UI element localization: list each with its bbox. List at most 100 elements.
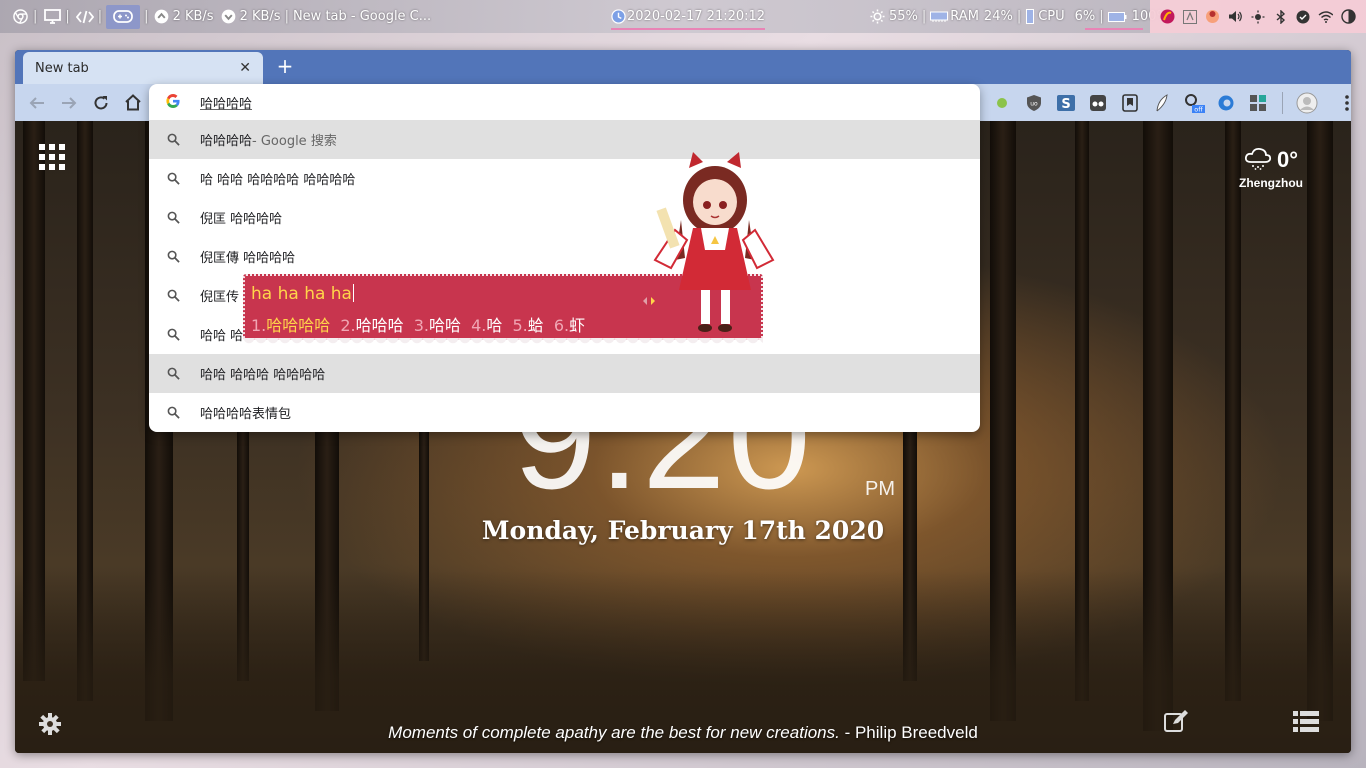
edge-extension-icon[interactable] xyxy=(1214,91,1238,115)
active-window-title[interactable]: New tab - Google C... xyxy=(293,9,431,24)
net-upload-rate: 2 KB/s xyxy=(172,9,214,24)
ram-icon xyxy=(930,8,949,26)
bookmark-icon[interactable] xyxy=(1118,91,1142,115)
battery-icon xyxy=(1108,8,1128,26)
search-icon xyxy=(167,172,180,185)
suggestion-text: 哈哈哈哈 xyxy=(200,134,253,149)
back-icon xyxy=(29,96,44,109)
weather-widget[interactable]: 0° Zhengzhou xyxy=(1239,146,1303,190)
gamepad-icon[interactable] xyxy=(106,4,141,29)
suggestion-item[interactable]: 哈 哈哈 哈哈哈哈 哈哈哈哈 xyxy=(149,159,980,198)
search-icon xyxy=(167,133,180,146)
system-tray xyxy=(1150,0,1366,33)
omnibox-query[interactable]: 哈哈哈哈 xyxy=(200,93,252,112)
close-tab-icon[interactable]: ✕ xyxy=(239,60,251,76)
svg-text:uo: uo xyxy=(1030,100,1038,107)
weather-cloud-icon xyxy=(1244,146,1272,174)
wifi-icon[interactable] xyxy=(1318,9,1334,24)
brightness-icon xyxy=(868,8,886,26)
tray-character-icon[interactable] xyxy=(1205,9,1220,24)
new-tab-button[interactable]: + xyxy=(273,54,297,78)
quote-text: Moments of complete apathy are the best … xyxy=(388,723,840,742)
panel-separator: | xyxy=(144,9,149,24)
bluetooth-icon[interactable] xyxy=(1273,9,1288,24)
ime-candidate-number: 5. xyxy=(512,316,528,335)
suggestion-text: 倪匡 哈哈哈哈 xyxy=(200,212,283,227)
suggestion-text: 哈哈哈哈表情包 xyxy=(200,407,292,422)
cpu-value: 6% xyxy=(1074,9,1096,24)
suggestion-item[interactable]: 倪匡 哈哈哈哈 xyxy=(149,198,980,237)
quote-author: - Philip Breedveld xyxy=(839,723,978,742)
omnibox-input[interactable]: 哈哈哈哈 xyxy=(149,84,980,120)
forward-button[interactable] xyxy=(55,89,83,117)
panel-clock[interactable]: 2020-02-17 21:20:12 xyxy=(609,0,766,33)
ime-composition: ha ha ha ha xyxy=(251,284,354,304)
ime-candidate-number: 2. xyxy=(340,316,356,335)
search-icon xyxy=(167,289,180,302)
stylus-icon[interactable]: S xyxy=(1054,91,1078,115)
suggestion-item[interactable]: 哈哈哈哈表情包 xyxy=(149,393,980,432)
ram-label: RAM xyxy=(950,9,979,24)
profile-avatar[interactable] xyxy=(1295,91,1319,115)
reader-icon[interactable] xyxy=(1086,91,1110,115)
tray-translate-icon[interactable] xyxy=(1182,9,1197,24)
net-download-rate: 2 KB/s xyxy=(239,9,281,24)
ime-candidate[interactable]: 虾 xyxy=(569,316,585,335)
note-edit-icon[interactable] xyxy=(1163,708,1189,734)
weather-temperature: 0° xyxy=(1277,147,1299,172)
update-check-icon[interactable] xyxy=(1296,9,1311,24)
date-display: Monday, February 17th 2020 xyxy=(481,516,885,545)
chrome-icon[interactable] xyxy=(11,8,29,26)
tab-new-tab[interactable]: New tab ✕ xyxy=(23,52,263,84)
list-icon[interactable] xyxy=(1293,711,1319,733)
suggestion-text: 倪匡传 xyxy=(200,290,240,305)
grid-extension-icon[interactable] xyxy=(1246,91,1270,115)
volume-icon[interactable] xyxy=(1228,9,1243,24)
power-status-icon[interactable] xyxy=(1341,9,1356,24)
search-icon xyxy=(167,211,180,224)
feather-icon[interactable] xyxy=(1150,91,1174,115)
extensions-bar: uo S off xyxy=(990,84,1351,121)
proxy-off-icon[interactable]: off xyxy=(1182,91,1206,115)
ime-candidate[interactable]: 哈哈 xyxy=(429,316,461,335)
svg-text:off: off xyxy=(1194,105,1203,113)
ime-candidate[interactable]: 哈哈哈 xyxy=(356,316,404,335)
extension-dot-icon[interactable] xyxy=(990,91,1014,115)
panel-separator: | xyxy=(921,9,927,24)
search-icon xyxy=(167,328,180,341)
suggestion-text: 哈哈 哈 xyxy=(200,329,244,344)
search-icon xyxy=(167,406,180,419)
suggestion-item[interactable]: 哈哈 哈哈哈 哈哈哈哈 xyxy=(149,354,980,393)
svg-text:S: S xyxy=(1061,97,1070,112)
tray-app-icon[interactable] xyxy=(1160,9,1175,24)
panel-separator: | xyxy=(1016,9,1022,24)
ime-candidate[interactable]: 哈 xyxy=(486,316,502,335)
forward-icon xyxy=(62,96,77,109)
home-button[interactable] xyxy=(119,89,147,117)
apps-grid-icon[interactable] xyxy=(39,144,65,170)
reload-button[interactable] xyxy=(87,89,115,117)
menu-kebab-icon[interactable] xyxy=(1335,91,1351,115)
suggestion-item[interactable]: 哈哈哈哈 - Google 搜索 xyxy=(149,120,980,159)
panel-separator: | xyxy=(284,9,289,24)
ublock-icon[interactable]: uo xyxy=(1022,91,1046,115)
ime-composition-text: ha ha ha ha xyxy=(251,284,352,304)
cpu-icon xyxy=(1025,8,1035,26)
clock-ampm: PM xyxy=(865,478,895,500)
battery-underline xyxy=(1085,28,1143,30)
night-light-icon[interactable] xyxy=(1250,9,1265,24)
suggestion-text: 倪匡傳 哈哈哈哈 xyxy=(200,251,296,266)
back-button[interactable] xyxy=(23,89,51,117)
panel-separator: | xyxy=(65,9,70,24)
weather-location: Zhengzhou xyxy=(1239,176,1303,190)
home-icon xyxy=(125,94,141,111)
reload-icon xyxy=(94,95,108,109)
desktop-icon[interactable] xyxy=(43,8,61,26)
ime-candidate[interactable]: 蛤 xyxy=(528,316,544,335)
code-icon[interactable] xyxy=(75,8,94,26)
suggestion-text: 哈哈 哈哈哈 哈哈哈哈 xyxy=(200,368,326,383)
ime-candidate-number: 1. xyxy=(251,316,267,335)
ime-candidate[interactable]: 哈哈哈哈 xyxy=(266,316,330,335)
toolbar-divider xyxy=(1282,91,1283,114)
suggestion-item[interactable]: 倪匡傳 哈哈哈哈 xyxy=(149,237,980,276)
